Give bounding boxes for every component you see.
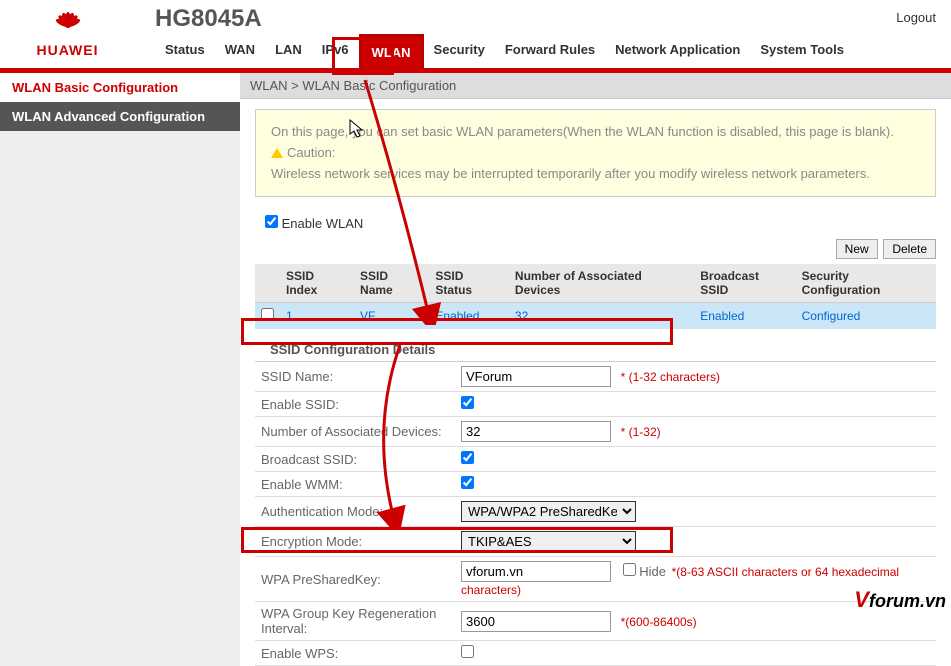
hint-rekey: *(600-86400s): [621, 615, 697, 629]
cell-status: Enabled: [429, 303, 509, 330]
hide-label: Hide: [639, 564, 666, 579]
nav-item-security[interactable]: Security: [424, 34, 495, 68]
hide-psk-checkbox[interactable]: [623, 563, 636, 576]
nav-item-lan[interactable]: LAN: [265, 34, 312, 68]
info-line2: Wireless network services may be interru…: [271, 164, 920, 185]
nav-item-wlan[interactable]: WLAN: [359, 34, 424, 68]
encryption-select[interactable]: TKIP&AES: [461, 531, 636, 552]
huawei-logo: HUAWEI: [10, 4, 125, 64]
info-box: On this page, you can set basic WLAN par…: [255, 109, 936, 197]
th-security: Security Configuration: [796, 264, 936, 303]
cell-name: VF: [354, 303, 429, 330]
hint-num-devices: * (1-32): [621, 425, 661, 439]
th-name: SSID Name: [354, 264, 429, 303]
model-title: HG8045A: [155, 5, 262, 33]
label-enable-ssid: Enable SSID:: [255, 392, 455, 417]
nav-item-status[interactable]: Status: [155, 34, 215, 68]
enable-wlan-checkbox[interactable]: [265, 215, 278, 228]
psk-input[interactable]: [461, 561, 611, 582]
nav-item-ipv6[interactable]: IPv6: [312, 34, 359, 68]
enable-wlan-label: Enable WLAN: [282, 216, 364, 231]
sidebar-item-wlan-basic[interactable]: WLAN Basic Configuration: [0, 73, 240, 102]
enable-wlan-row: Enable WLAN: [240, 207, 951, 239]
main-panel: WLAN > WLAN Basic Configuration On this …: [240, 73, 951, 666]
ssid-table: SSID Index SSID Name SSID Status Number …: [255, 264, 936, 329]
cell-security: Configured: [796, 303, 936, 330]
label-psk: WPA PreSharedKey:: [255, 557, 455, 602]
th-devices: Number of Associated Devices: [509, 264, 694, 303]
nav-item-system-tools[interactable]: System Tools: [750, 34, 854, 68]
auth-select[interactable]: WPA/WPA2 PreSharedKey: [461, 501, 636, 522]
sidebar: WLAN Basic Configuration WLAN Advanced C…: [0, 73, 240, 666]
section-title: SSID Configuration Details: [255, 334, 936, 362]
label-rekey: WPA Group Key Regeneration Interval:: [255, 602, 455, 641]
logo-icon: [48, 10, 88, 40]
nav-item-wan[interactable]: WAN: [215, 34, 265, 68]
table-header-row: SSID Index SSID Name SSID Status Number …: [255, 264, 936, 303]
label-wmm: Enable WMM:: [255, 472, 455, 497]
th-broadcast: Broadcast SSID: [694, 264, 795, 303]
cell-index: 1: [280, 303, 354, 330]
warning-icon: [271, 148, 283, 158]
brand-text: HUAWEI: [37, 42, 99, 58]
label-ssid-name: SSID Name:: [255, 362, 455, 392]
broadcast-checkbox[interactable]: [461, 451, 474, 464]
label-wps: Enable WPS:: [255, 641, 455, 666]
label-broadcast: Broadcast SSID:: [255, 447, 455, 472]
table-row[interactable]: 1 VF Enabled 32 Enabled Configured: [255, 303, 936, 330]
info-line1: On this page, you can set basic WLAN par…: [271, 122, 920, 143]
wmm-checkbox[interactable]: [461, 476, 474, 489]
logout-link[interactable]: Logout: [896, 10, 936, 25]
new-button[interactable]: New: [836, 239, 878, 259]
sidebar-item-wlan-advanced[interactable]: WLAN Advanced Configuration: [0, 102, 240, 131]
enable-ssid-checkbox[interactable]: [461, 396, 474, 409]
th-status: SSID Status: [429, 264, 509, 303]
cell-devices: 32: [509, 303, 694, 330]
label-encryption: Encryption Mode:: [255, 527, 455, 557]
nav-item-network-application[interactable]: Network Application: [605, 34, 750, 68]
nav-item-forward-rules[interactable]: Forward Rules: [495, 34, 605, 68]
rekey-input[interactable]: [461, 611, 611, 632]
label-num-devices: Number of Associated Devices:: [255, 417, 455, 447]
hint-ssid-name: * (1-32 characters): [621, 370, 720, 384]
cell-broadcast: Enabled: [694, 303, 795, 330]
wps-checkbox[interactable]: [461, 645, 474, 658]
top-nav: StatusWANLANIPv6WLANSecurityForward Rule…: [155, 34, 854, 68]
th-index: SSID Index: [280, 264, 354, 303]
breadcrumb: WLAN > WLAN Basic Configuration: [240, 73, 951, 99]
header: HUAWEI HG8045A Logout StatusWANLANIPv6WL…: [0, 0, 951, 73]
num-devices-input[interactable]: [461, 421, 611, 442]
delete-button[interactable]: Delete: [883, 239, 936, 259]
row-checkbox[interactable]: [261, 308, 274, 321]
caution-label: Caution:: [287, 145, 335, 160]
ssid-name-input[interactable]: [461, 366, 611, 387]
watermark: VVforum.vnforum.vn: [854, 587, 946, 613]
label-auth: Authentication Mode:: [255, 497, 455, 527]
config-form: SSID Name: * (1-32 characters) Enable SS…: [255, 362, 936, 666]
